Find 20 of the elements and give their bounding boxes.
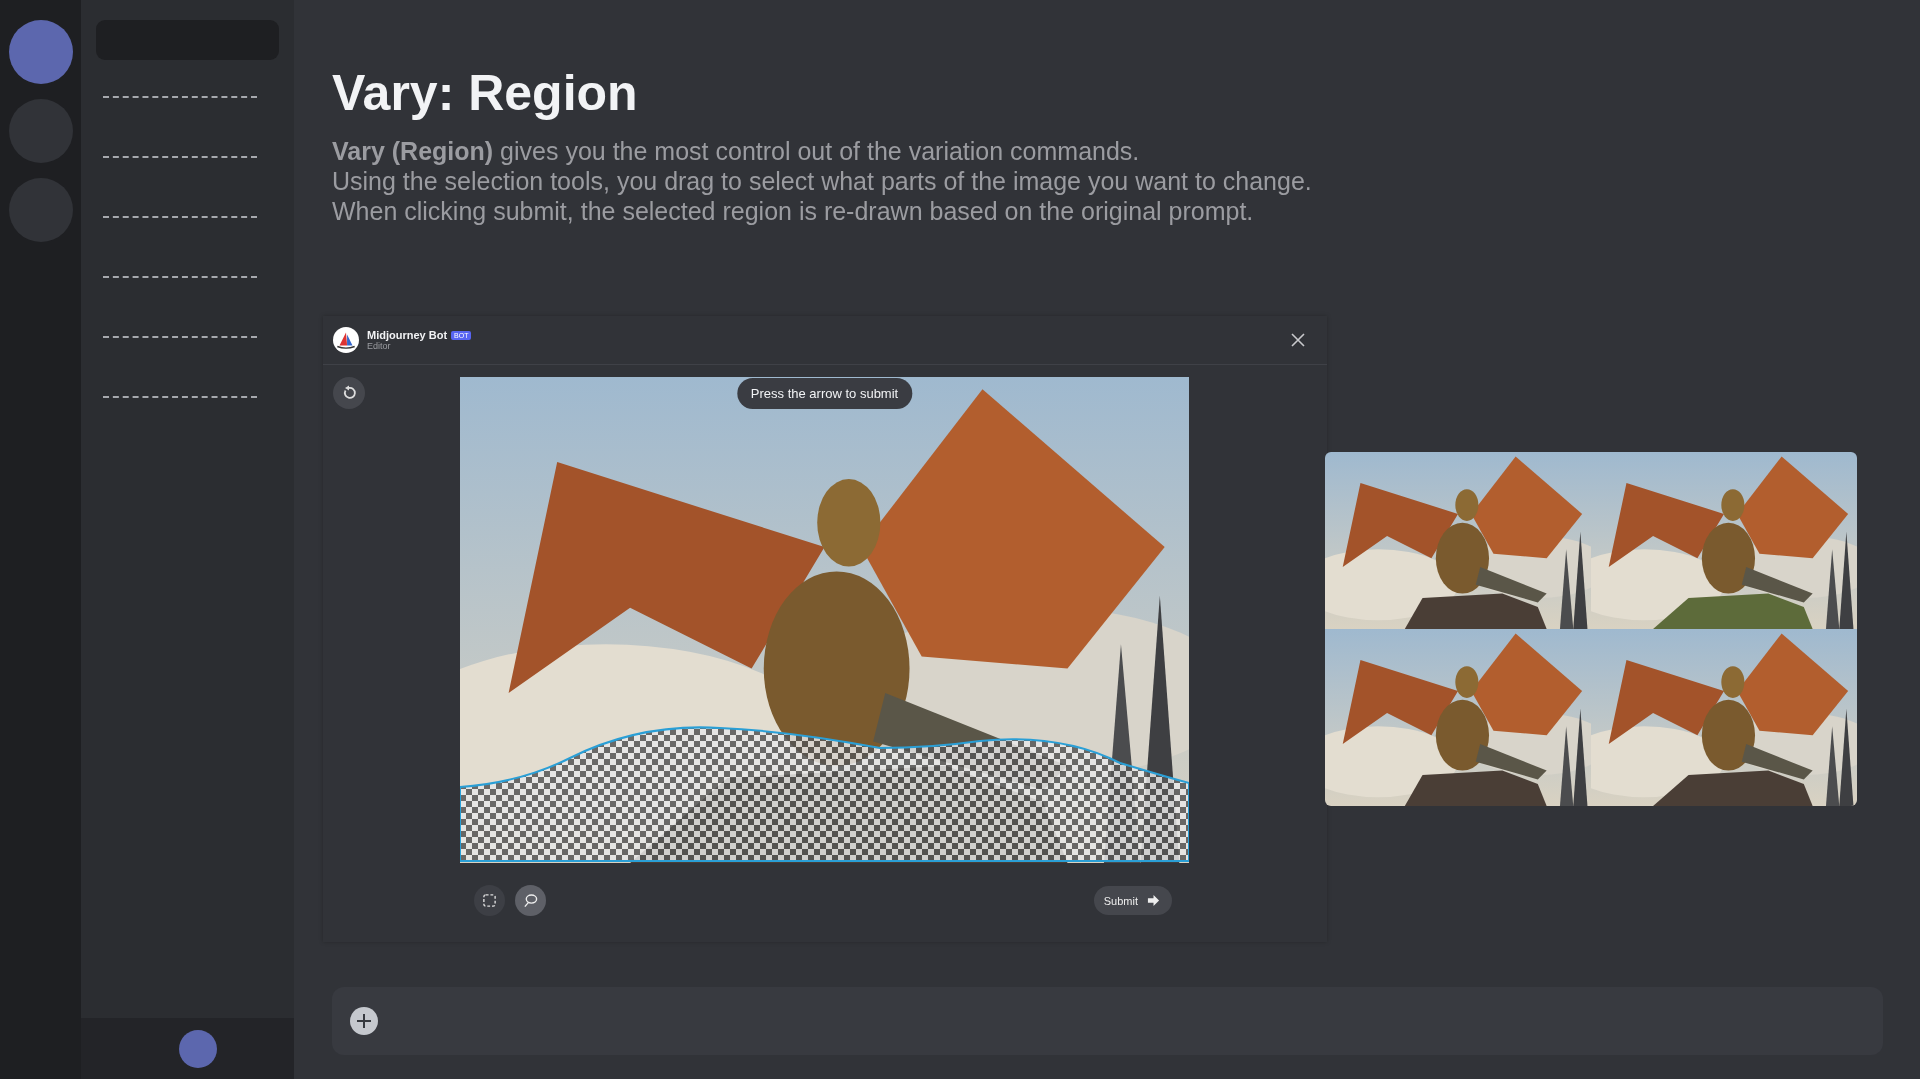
description-text: Using the selection tools, you drag to select what parts of the image you want to change.: [332, 166, 1313, 196]
description-text: Vary (Region) gives you the most control out of the variation commands.: [332, 136, 1141, 166]
avatar[interactable]: [179, 1029, 217, 1068]
close-icon[interactable]: [1291, 333, 1305, 347]
undo-button[interactable]: [333, 377, 365, 409]
bot-avatar-icon: [333, 327, 359, 353]
submit-button[interactable]: Submit: [1093, 886, 1172, 915]
submit-tooltip: Press the arrow to submit: [736, 378, 913, 409]
arrow-right-icon: [1147, 894, 1160, 907]
undo-icon: [341, 385, 357, 401]
plus-icon[interactable]: [350, 1007, 378, 1035]
page-title: Vary: Region: [332, 64, 639, 122]
description-text: When clicking submit, the selected region is re-drawn based on the original prompt.: [332, 196, 1255, 226]
editor-subtitle: Editor: [367, 341, 391, 351]
message-input[interactable]: [332, 987, 1883, 1055]
lasso-icon: [523, 893, 538, 908]
rectangle-tool-button[interactable]: [474, 885, 505, 916]
lasso-tool-button[interactable]: [515, 885, 546, 916]
dashed-square-icon: [482, 893, 497, 908]
bot-name: Midjourney Bot: [367, 329, 448, 341]
